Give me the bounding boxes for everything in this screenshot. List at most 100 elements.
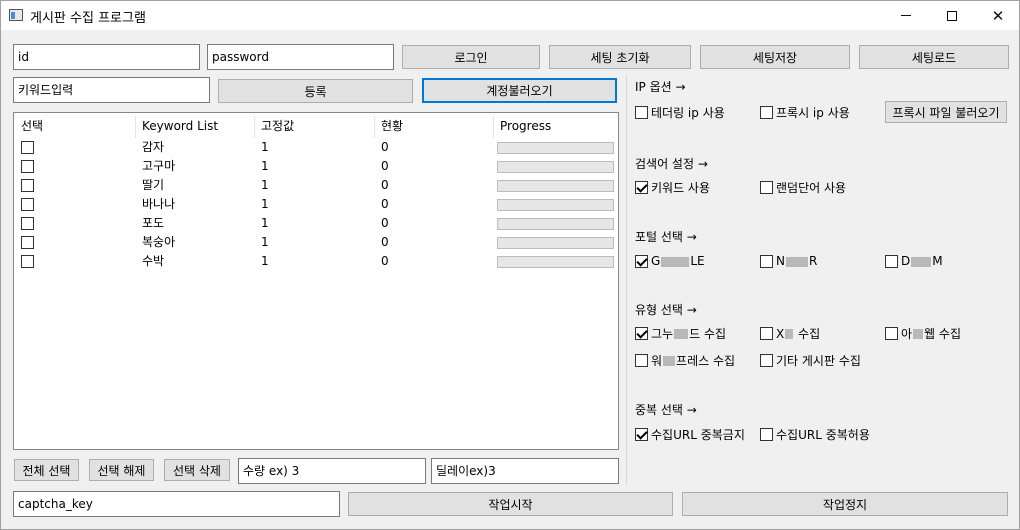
- status-cell: 0: [381, 235, 389, 249]
- checkbox-label: 랜덤단어 사용: [776, 180, 847, 195]
- close-button[interactable]: ✕: [975, 1, 1020, 30]
- keyword-input[interactable]: 키워드입력: [13, 77, 210, 103]
- xe-checkbox[interactable]: X 수집: [760, 325, 820, 341]
- portal-daum-checkbox[interactable]: DM: [885, 253, 943, 269]
- use-keyword-checkbox[interactable]: 키워드 사용: [635, 179, 710, 195]
- row-checkbox[interactable]: [21, 160, 34, 173]
- checkbox-label: G LE: [651, 254, 705, 268]
- panel-divider: [626, 75, 627, 485]
- fixed-value-cell: 1: [261, 254, 269, 268]
- column-header-progress[interactable]: Progress: [493, 116, 551, 136]
- checkbox-box: [635, 105, 648, 119]
- deselect-button[interactable]: 선택 해제: [89, 459, 154, 481]
- other-board-checkbox[interactable]: 기타 게시판 수집: [760, 352, 861, 368]
- type-select-heading: 유형 선택 →: [635, 303, 697, 317]
- checkbox-label: X 수집: [776, 326, 821, 341]
- row-checkbox[interactable]: [21, 236, 34, 249]
- minimize-icon: [901, 15, 911, 16]
- portal-select-heading: 포털 선택 →: [635, 230, 697, 244]
- no-duplicate-url-checkbox[interactable]: 수집URL 중복금지: [635, 426, 745, 442]
- column-header-select[interactable]: 선택: [14, 116, 43, 136]
- row-checkbox[interactable]: [21, 255, 34, 268]
- checkbox-box: [635, 353, 648, 367]
- id-input[interactable]: id: [13, 44, 200, 70]
- table-row[interactable]: 복숭아 1 0: [14, 234, 618, 253]
- captcha-key-input[interactable]: captcha_key: [13, 491, 340, 517]
- proxy-ip-checkbox[interactable]: 프록시 ip 사용: [760, 104, 850, 120]
- login-button[interactable]: 로그인: [402, 45, 540, 69]
- table-row[interactable]: 수박 1 0: [14, 253, 618, 272]
- keyword-cell: 복숭아: [142, 235, 176, 249]
- redaction-blur: [911, 256, 932, 267]
- keyword-cell: 고구마: [142, 159, 176, 173]
- checkbox-label: 수집URL 중복금지: [651, 427, 745, 442]
- table-row[interactable]: 바나나 1 0: [14, 196, 618, 215]
- column-header-fixed[interactable]: 고정값: [254, 116, 294, 136]
- keyword-table[interactable]: 선택 Keyword List 고정값 현황 Progress 감자 1 0 고구마 1…: [13, 112, 619, 450]
- checkbox-label: DM: [901, 254, 943, 268]
- tethering-ip-checkbox[interactable]: 테더링 ip 사용: [635, 104, 725, 120]
- password-input[interactable]: password: [207, 44, 394, 70]
- table-row[interactable]: 딸기 1 0: [14, 177, 618, 196]
- maximize-button[interactable]: [929, 1, 975, 30]
- minimize-button[interactable]: [883, 1, 929, 30]
- wordpress-checkbox[interactable]: 워 프레스 수집: [635, 352, 735, 368]
- checkbox-box: [760, 353, 773, 367]
- checkbox-label: 수집URL 중복허용: [776, 427, 870, 442]
- checkbox-label: 프록시 ip 사용: [776, 105, 850, 120]
- keyword-cell: 포도: [142, 216, 165, 230]
- fixed-value-cell: 1: [261, 178, 269, 192]
- portal-naver-checkbox[interactable]: NR: [760, 253, 817, 269]
- fixed-value-cell: 1: [261, 140, 269, 154]
- reset-settings-button[interactable]: 세팅 초기화: [549, 45, 691, 69]
- status-cell: 0: [381, 159, 389, 173]
- delay-input[interactable]: 딜레이ex)3: [431, 458, 619, 484]
- load-accounts-button[interactable]: 계정불러오기: [422, 78, 617, 103]
- progress-bar: [497, 199, 614, 211]
- progress-bar: [497, 161, 614, 173]
- fixed-value-cell: 1: [261, 216, 269, 230]
- quantity-input[interactable]: 수량 ex) 3: [238, 458, 426, 484]
- allow-duplicate-url-checkbox[interactable]: 수집URL 중복허용: [760, 426, 870, 442]
- progress-bar: [497, 256, 614, 268]
- select-all-button[interactable]: 전체 선택: [14, 459, 79, 481]
- redaction-blur: [674, 329, 689, 339]
- checkbox-box: [760, 326, 773, 340]
- row-checkbox[interactable]: [21, 198, 34, 211]
- checkbox-label: 기타 게시판 수집: [776, 353, 861, 368]
- checkbox-box: [635, 254, 648, 268]
- progress-bar: [497, 218, 614, 230]
- a-web-checkbox[interactable]: 아웹 수집: [885, 325, 961, 341]
- delete-selected-button[interactable]: 선택 삭제: [164, 459, 230, 481]
- column-header-keyword[interactable]: Keyword List: [135, 116, 218, 136]
- random-word-checkbox[interactable]: 랜덤단어 사용: [760, 179, 846, 195]
- register-button[interactable]: 등록: [218, 79, 413, 103]
- stop-button[interactable]: 작업정지: [682, 492, 1008, 516]
- row-checkbox[interactable]: [21, 179, 34, 192]
- load-settings-button[interactable]: 세팅로드: [859, 45, 1009, 69]
- checkbox-label: 워 프레스 수집: [651, 353, 736, 368]
- status-cell: 0: [381, 254, 389, 268]
- progress-bar: [497, 180, 614, 192]
- portal-google-checkbox[interactable]: G LE: [635, 253, 705, 269]
- keyword-cell: 수박: [142, 254, 165, 268]
- column-header-status[interactable]: 현황: [374, 116, 403, 136]
- start-button[interactable]: 작업시작: [348, 492, 673, 516]
- progress-bar: [497, 142, 614, 154]
- table-row[interactable]: 포도 1 0: [14, 215, 618, 234]
- table-row[interactable]: 고구마 1 0: [14, 158, 618, 177]
- keyword-cell: 딸기: [142, 178, 165, 192]
- table-row[interactable]: 감자 1 0: [14, 139, 618, 158]
- save-settings-button[interactable]: 세팅저장: [700, 45, 850, 69]
- row-checkbox[interactable]: [21, 141, 34, 154]
- checkbox-box: [760, 254, 773, 268]
- checkbox-label: 테더링 ip 사용: [651, 105, 725, 120]
- close-icon: ✕: [991, 6, 1005, 25]
- duplicate-select-heading: 중복 선택 →: [635, 403, 697, 417]
- fixed-value-cell: 1: [261, 159, 269, 173]
- fixed-value-cell: 1: [261, 235, 269, 249]
- checkbox-label: NR: [776, 254, 818, 268]
- load-proxy-file-button[interactable]: 프록시 파일 불러오기: [885, 101, 1007, 123]
- gnuboard-checkbox[interactable]: 그누 드 수집: [635, 325, 726, 341]
- row-checkbox[interactable]: [21, 217, 34, 230]
